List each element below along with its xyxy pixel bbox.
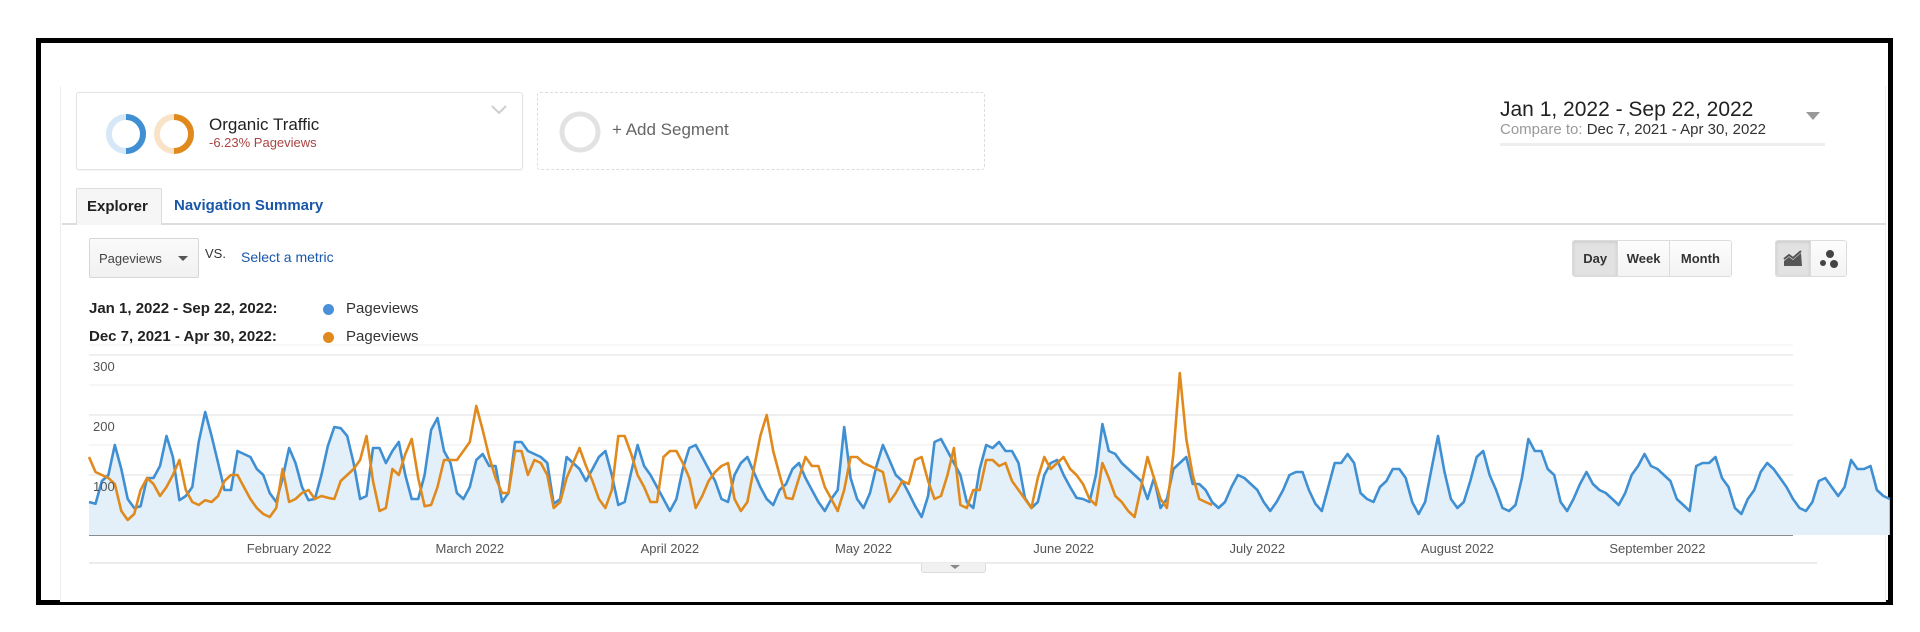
y-tick-label: 200 xyxy=(93,419,115,434)
x-tick-label: February 2022 xyxy=(247,541,332,556)
y-tick-label: 300 xyxy=(93,359,115,374)
x-tick-label: June 2022 xyxy=(1033,541,1094,556)
x-tick-label: May 2022 xyxy=(835,541,892,556)
x-tick-label: September 2022 xyxy=(1609,541,1705,556)
caret-down-icon xyxy=(950,565,960,569)
chart-expand-handle[interactable] xyxy=(921,563,986,573)
y-tick-label: 100 xyxy=(93,479,115,494)
x-tick-label: August 2022 xyxy=(1421,541,1494,556)
x-tick-label: July 2022 xyxy=(1229,541,1285,556)
x-tick-label: April 2022 xyxy=(641,541,700,556)
x-tick-label: March 2022 xyxy=(435,541,504,556)
pageviews-chart: 100 200 300 February 2022 March 2022 April 2… xyxy=(87,344,1891,564)
series-area-primary xyxy=(89,412,1890,535)
